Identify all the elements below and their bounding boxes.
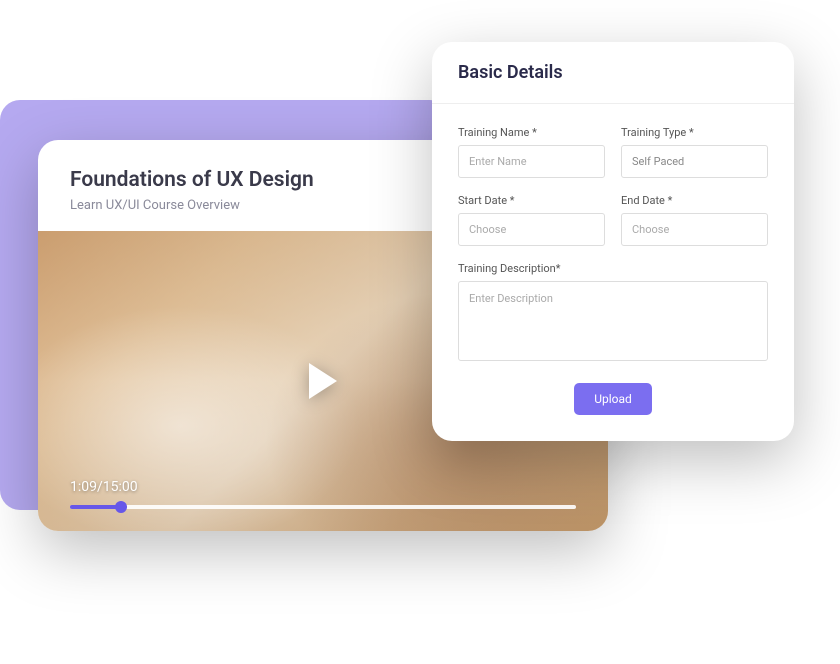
start-date-group: Start Date *	[458, 194, 605, 246]
description-input[interactable]	[458, 281, 768, 361]
video-timestamp: 1:09/15:00	[70, 479, 576, 495]
description-group: Training Description*	[458, 262, 768, 365]
training-type-group: Training Type *	[621, 126, 768, 178]
end-date-group: End Date *	[621, 194, 768, 246]
progress-fill	[70, 505, 121, 509]
video-controls: 1:09/15:00	[70, 479, 576, 509]
training-name-input[interactable]	[458, 145, 605, 178]
training-name-group: Training Name *	[458, 126, 605, 178]
start-date-label: Start Date *	[458, 194, 605, 207]
end-date-label: End Date *	[621, 194, 768, 207]
form-card: Basic Details Training Name * Training T…	[432, 42, 794, 441]
progress-bar[interactable]	[70, 505, 576, 509]
training-type-label: Training Type *	[621, 126, 768, 139]
start-date-input[interactable]	[458, 213, 605, 246]
description-label: Training Description*	[458, 262, 768, 275]
form-body: Training Name * Training Type * Start Da…	[432, 104, 794, 441]
end-date-input[interactable]	[621, 213, 768, 246]
training-type-input[interactable]	[621, 145, 768, 178]
upload-button[interactable]: Upload	[574, 383, 652, 415]
play-icon[interactable]	[309, 363, 337, 399]
form-header: Basic Details	[432, 42, 794, 104]
form-title: Basic Details	[458, 62, 768, 83]
training-name-label: Training Name *	[458, 126, 605, 139]
progress-thumb[interactable]	[115, 501, 127, 513]
